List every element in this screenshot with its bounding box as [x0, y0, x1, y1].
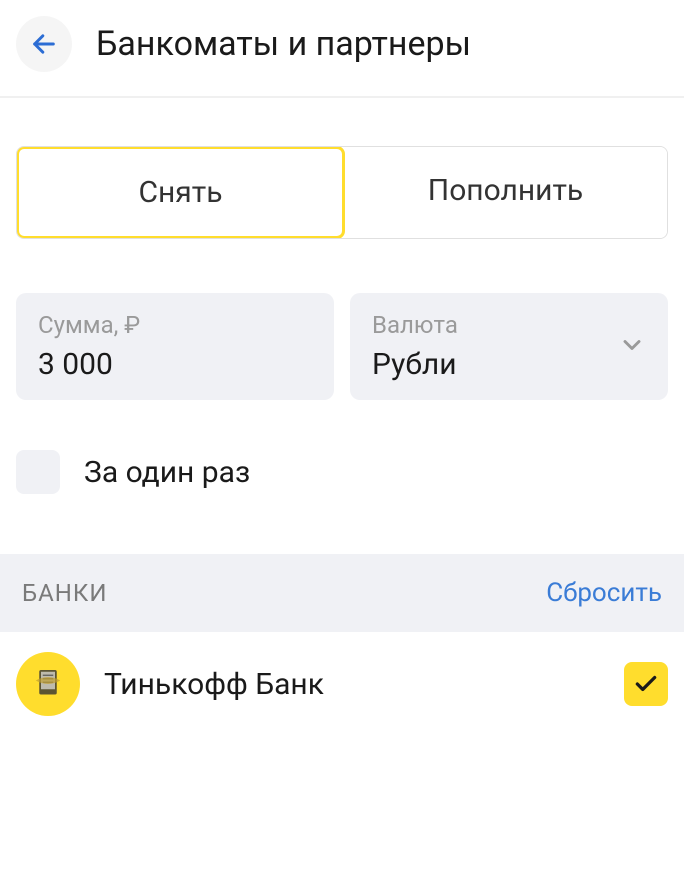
- once-checkbox-label: За один раз: [84, 455, 250, 490]
- once-checkbox-row: За один раз: [16, 450, 668, 494]
- tab-deposit[interactable]: Пополнить: [344, 147, 667, 238]
- amount-value: 3 000: [38, 347, 312, 382]
- banks-section-header: БАНКИ Сбросить: [0, 554, 684, 632]
- amount-label: Сумма, ₽: [38, 311, 312, 339]
- bank-row[interactable]: Тинькофф Банк: [0, 632, 684, 736]
- check-icon: [633, 671, 659, 697]
- amount-input[interactable]: Сумма, ₽ 3 000: [16, 293, 334, 400]
- header: Банкоматы и партнеры: [0, 0, 684, 96]
- bank-checkbox[interactable]: [624, 662, 668, 706]
- banks-section-title: БАНКИ: [22, 579, 107, 607]
- currency-value: Рубли: [372, 347, 646, 382]
- back-button[interactable]: [16, 16, 72, 72]
- reset-link[interactable]: Сбросить: [546, 578, 662, 608]
- chevron-down-icon: [618, 331, 646, 363]
- bank-logo-icon: [16, 652, 80, 716]
- once-checkbox[interactable]: [16, 450, 60, 494]
- currency-label: Валюта: [372, 311, 646, 339]
- tab-withdraw[interactable]: Снять: [16, 146, 345, 239]
- page-title: Банкоматы и партнеры: [96, 24, 471, 64]
- currency-select[interactable]: Валюта Рубли: [350, 293, 668, 400]
- bank-name: Тинькофф Банк: [104, 667, 600, 702]
- input-row: Сумма, ₽ 3 000 Валюта Рубли: [16, 293, 668, 400]
- arrow-left-icon: [30, 30, 58, 58]
- tabs: Снять Пополнить: [16, 146, 668, 239]
- divider: [0, 96, 684, 98]
